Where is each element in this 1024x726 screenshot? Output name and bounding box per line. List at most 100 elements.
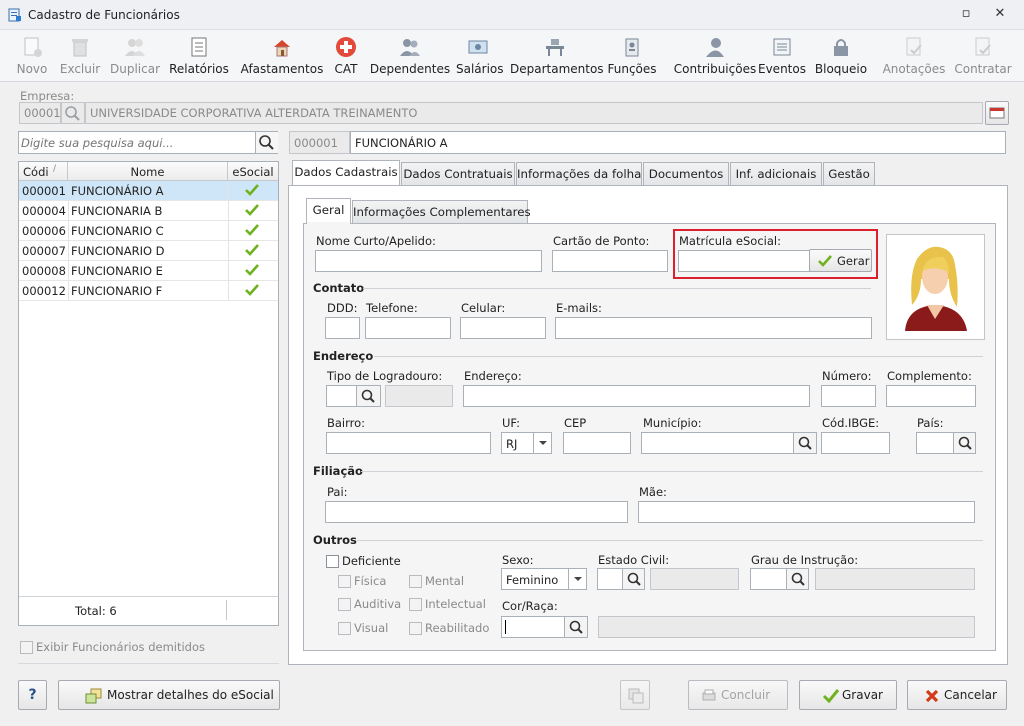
restore-icon[interactable]: ▫ bbox=[958, 6, 974, 22]
fisica-label: Física bbox=[354, 574, 387, 588]
mae-input[interactable] bbox=[638, 501, 975, 523]
concluir-button[interactable]: Concluir bbox=[688, 680, 788, 710]
pais-search-button[interactable] bbox=[953, 433, 975, 453]
estado-civil-input[interactable] bbox=[597, 568, 645, 590]
table-row[interactable]: 000001 FUNCIONÁRIO A bbox=[19, 181, 278, 201]
company-calendar-button[interactable] bbox=[985, 101, 1009, 125]
cancelar-button[interactable]: Cancelar bbox=[907, 680, 1007, 710]
intelectual-checkbox[interactable] bbox=[409, 598, 422, 611]
copy-button[interactable] bbox=[620, 680, 650, 710]
toolbar-button-salarios[interactable]: Salários bbox=[456, 33, 504, 79]
toolbar-button-relatorios[interactable]: Relatórios bbox=[168, 33, 230, 79]
toolbar-button-contribuicoes[interactable]: Contribuições bbox=[668, 33, 762, 79]
search-input[interactable] bbox=[21, 134, 253, 151]
toolbar-button-anotacoes[interactable]: Anotações bbox=[880, 33, 948, 79]
ddd-input[interactable] bbox=[325, 317, 360, 339]
cod-ibge-input[interactable] bbox=[821, 432, 890, 454]
celular-input[interactable] bbox=[460, 317, 546, 339]
toolbar-button-duplicar[interactable]: Duplicar bbox=[106, 33, 164, 79]
toolbar-button-funcoes[interactable]: Funções bbox=[606, 33, 658, 79]
grau-instrucao-input[interactable] bbox=[750, 568, 809, 590]
toolbar-button-dependentes[interactable]: Dependentes bbox=[368, 33, 452, 79]
row-name: FUNCIONÁRIO A bbox=[71, 184, 164, 198]
fisica-checkbox[interactable] bbox=[338, 575, 351, 588]
toolbar-button-afastamentos[interactable]: Afastamentos bbox=[240, 33, 324, 79]
tab-6[interactable]: Gestão bbox=[823, 162, 875, 186]
toolbar-button-eventos[interactable]: Eventos bbox=[758, 33, 806, 79]
gerar-button[interactable]: Gerar bbox=[809, 249, 872, 272]
estado-civil-search-button[interactable] bbox=[622, 569, 644, 589]
bairro-input[interactable] bbox=[326, 432, 491, 454]
section-filiacao: Filiação bbox=[313, 464, 363, 478]
table-row[interactable]: 000006 FUNCIONARIO C bbox=[19, 221, 278, 241]
search-button[interactable] bbox=[255, 132, 278, 153]
section-contato: Contato bbox=[313, 281, 365, 295]
subtab-informacoes-complementares[interactable]: Informações Complementares bbox=[352, 200, 531, 224]
grau-instrucao-search-button[interactable] bbox=[786, 569, 808, 589]
chevron-down-icon[interactable] bbox=[533, 433, 551, 453]
employee-name-field[interactable]: FUNCIONÁRIO A bbox=[350, 131, 1006, 154]
subtab-geral[interactable]: Geral bbox=[306, 198, 351, 224]
search-icon bbox=[259, 135, 274, 150]
pai-input[interactable] bbox=[325, 501, 628, 523]
tab-4[interactable]: Documentos bbox=[643, 162, 729, 186]
row-esocial bbox=[228, 261, 278, 280]
column-header-code[interactable]: Códi / bbox=[19, 162, 68, 181]
table-row[interactable]: 000012 FUNCIONARIO F bbox=[19, 281, 278, 301]
row-esocial bbox=[228, 201, 278, 220]
cor-raca-search-button[interactable] bbox=[564, 617, 587, 637]
reabilitado-checkbox[interactable] bbox=[409, 622, 422, 635]
complemento-input[interactable] bbox=[886, 385, 976, 407]
toolbar-button-departamentos[interactable]: Departamentos bbox=[510, 33, 604, 79]
nome-curto-input[interactable] bbox=[315, 250, 542, 272]
matricula-esocial-input[interactable] bbox=[678, 250, 810, 272]
column-header-esocial[interactable]: eSocial bbox=[228, 162, 278, 181]
emails-input[interactable] bbox=[555, 317, 872, 339]
close-icon[interactable]: ✕ bbox=[992, 6, 1008, 22]
help-button[interactable]: ? bbox=[18, 680, 47, 710]
cor-raca-input[interactable] bbox=[501, 616, 588, 638]
numero-input[interactable] bbox=[821, 385, 876, 407]
copy-icon bbox=[628, 688, 644, 704]
tab-3[interactable]: Informações da folha bbox=[516, 162, 642, 186]
table-row[interactable]: 000007 FUNCIONARIO D bbox=[19, 241, 278, 261]
gravar-button[interactable]: Gravar bbox=[799, 680, 897, 710]
toolbar-button-cat[interactable]: CAT bbox=[328, 33, 364, 79]
toolbar-button-excluir[interactable]: Excluir bbox=[58, 33, 102, 79]
mental-checkbox[interactable] bbox=[409, 575, 422, 588]
show-dismissed-checkbox[interactable] bbox=[20, 641, 33, 654]
endereco-input[interactable] bbox=[463, 385, 810, 407]
cep-input[interactable] bbox=[563, 432, 631, 454]
table-row[interactable]: 000008 FUNCIONARIO E bbox=[19, 261, 278, 281]
telefone-input[interactable] bbox=[365, 317, 451, 339]
sexo-select[interactable]: Feminino bbox=[501, 568, 587, 590]
tab-1[interactable]: Dados Cadastrais bbox=[292, 160, 400, 186]
chevron-down-icon[interactable] bbox=[568, 569, 586, 589]
show-esocial-details-button[interactable]: Mostrar detalhes do eSocial bbox=[58, 680, 280, 710]
tipo-logradouro-search-button[interactable] bbox=[356, 386, 380, 406]
cartao-ponto-input[interactable] bbox=[552, 250, 668, 272]
tab-5[interactable]: Inf. adicionais bbox=[730, 162, 822, 186]
pais-input[interactable] bbox=[916, 432, 976, 454]
table-row[interactable]: 000004 FUNCIONARIA B bbox=[19, 201, 278, 221]
visual-checkbox[interactable] bbox=[338, 622, 351, 635]
column-header-name[interactable]: Nome bbox=[68, 162, 228, 181]
employee-photo[interactable] bbox=[886, 234, 985, 340]
tipo-logradouro-input[interactable] bbox=[326, 385, 381, 407]
municipio-input[interactable] bbox=[641, 432, 817, 454]
medical-cross-icon bbox=[336, 37, 356, 57]
mental-label: Mental bbox=[425, 574, 465, 588]
uf-select[interactable]: RJ bbox=[501, 432, 552, 454]
tipo-logradouro-desc bbox=[385, 385, 453, 407]
toolbar-button-contratar[interactable]: Contratar bbox=[952, 33, 1014, 79]
row-name: FUNCIONARIO D bbox=[71, 244, 165, 258]
estado-civil-desc bbox=[650, 568, 739, 590]
deficiente-checkbox[interactable] bbox=[326, 555, 339, 568]
toolbar-button-novo[interactable]: Novo bbox=[8, 33, 56, 79]
municipio-search-button[interactable] bbox=[793, 433, 816, 453]
auditiva-checkbox[interactable] bbox=[338, 598, 351, 611]
search-icon bbox=[958, 436, 972, 450]
toolbar-button-label: Excluir bbox=[59, 62, 101, 76]
tab-2[interactable]: Dados Contratuais bbox=[401, 162, 515, 186]
toolbar-button-bloqueio[interactable]: Bloqueio bbox=[812, 33, 870, 79]
